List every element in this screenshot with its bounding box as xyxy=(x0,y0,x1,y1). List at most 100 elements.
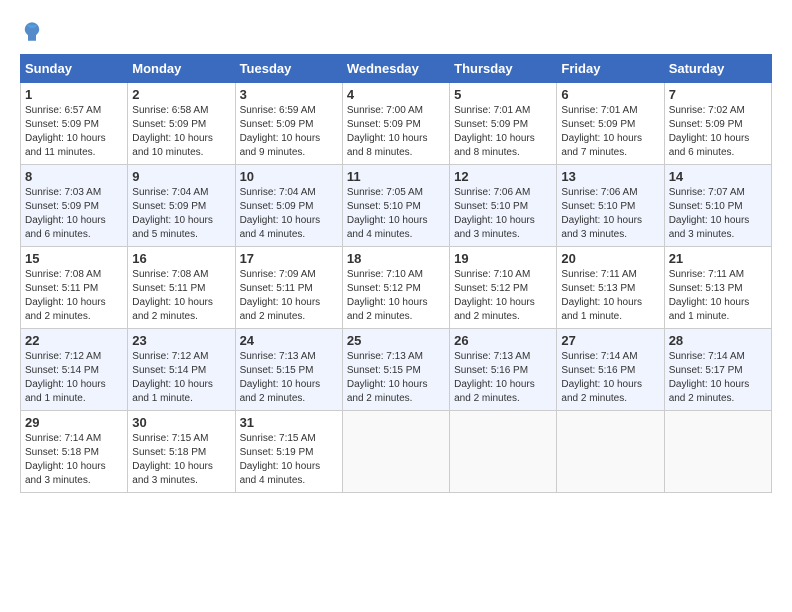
calendar-week-row: 22 Sunrise: 7:12 AMSunset: 5:14 PMDaylig… xyxy=(21,329,772,411)
calendar-cell: 2 Sunrise: 6:58 AMSunset: 5:09 PMDayligh… xyxy=(128,83,235,165)
calendar-cell: 6 Sunrise: 7:01 AMSunset: 5:09 PMDayligh… xyxy=(557,83,664,165)
calendar-cell: 31 Sunrise: 7:15 AMSunset: 5:19 PMDaylig… xyxy=(235,411,342,493)
day-number: 17 xyxy=(240,251,338,266)
day-info: Sunrise: 6:58 AMSunset: 5:09 PMDaylight:… xyxy=(132,105,213,158)
calendar-cell: 9 Sunrise: 7:04 AMSunset: 5:09 PMDayligh… xyxy=(128,165,235,247)
day-info: Sunrise: 7:04 AMSunset: 5:09 PMDaylight:… xyxy=(132,187,213,240)
day-info: Sunrise: 7:06 AMSunset: 5:10 PMDaylight:… xyxy=(454,187,535,240)
day-number: 31 xyxy=(240,415,338,430)
calendar-cell: 29 Sunrise: 7:14 AMSunset: 5:18 PMDaylig… xyxy=(21,411,128,493)
calendar-cell: 18 Sunrise: 7:10 AMSunset: 5:12 PMDaylig… xyxy=(342,247,449,329)
weekday-header: Sunday xyxy=(21,55,128,83)
day-info: Sunrise: 7:07 AMSunset: 5:10 PMDaylight:… xyxy=(669,187,750,240)
day-info: Sunrise: 7:01 AMSunset: 5:09 PMDaylight:… xyxy=(561,105,642,158)
calendar-cell: 15 Sunrise: 7:08 AMSunset: 5:11 PMDaylig… xyxy=(21,247,128,329)
logo xyxy=(20,20,48,44)
day-number: 2 xyxy=(132,87,230,102)
calendar-cell: 14 Sunrise: 7:07 AMSunset: 5:10 PMDaylig… xyxy=(664,165,771,247)
day-info: Sunrise: 7:03 AMSunset: 5:09 PMDaylight:… xyxy=(25,187,106,240)
calendar-cell: 23 Sunrise: 7:12 AMSunset: 5:14 PMDaylig… xyxy=(128,329,235,411)
day-info: Sunrise: 7:10 AMSunset: 5:12 PMDaylight:… xyxy=(454,269,535,322)
day-number: 30 xyxy=(132,415,230,430)
day-number: 26 xyxy=(454,333,552,348)
day-info: Sunrise: 7:12 AMSunset: 5:14 PMDaylight:… xyxy=(132,351,213,404)
day-number: 25 xyxy=(347,333,445,348)
day-number: 13 xyxy=(561,169,659,184)
day-info: Sunrise: 6:59 AMSunset: 5:09 PMDaylight:… xyxy=(240,105,321,158)
calendar-cell: 19 Sunrise: 7:10 AMSunset: 5:12 PMDaylig… xyxy=(450,247,557,329)
calendar-header-row: SundayMondayTuesdayWednesdayThursdayFrid… xyxy=(21,55,772,83)
calendar-cell: 24 Sunrise: 7:13 AMSunset: 5:15 PMDaylig… xyxy=(235,329,342,411)
weekday-header: Tuesday xyxy=(235,55,342,83)
day-info: Sunrise: 7:15 AMSunset: 5:19 PMDaylight:… xyxy=(240,433,321,486)
day-number: 12 xyxy=(454,169,552,184)
day-number: 7 xyxy=(669,87,767,102)
calendar-cell xyxy=(557,411,664,493)
day-number: 21 xyxy=(669,251,767,266)
calendar-cell: 13 Sunrise: 7:06 AMSunset: 5:10 PMDaylig… xyxy=(557,165,664,247)
day-info: Sunrise: 7:13 AMSunset: 5:16 PMDaylight:… xyxy=(454,351,535,404)
weekday-header: Friday xyxy=(557,55,664,83)
calendar-cell: 3 Sunrise: 6:59 AMSunset: 5:09 PMDayligh… xyxy=(235,83,342,165)
day-info: Sunrise: 7:01 AMSunset: 5:09 PMDaylight:… xyxy=(454,105,535,158)
day-info: Sunrise: 7:06 AMSunset: 5:10 PMDaylight:… xyxy=(561,187,642,240)
calendar-cell: 12 Sunrise: 7:06 AMSunset: 5:10 PMDaylig… xyxy=(450,165,557,247)
page-header xyxy=(20,20,772,44)
day-info: Sunrise: 7:14 AMSunset: 5:18 PMDaylight:… xyxy=(25,433,106,486)
day-number: 10 xyxy=(240,169,338,184)
day-info: Sunrise: 7:02 AMSunset: 5:09 PMDaylight:… xyxy=(669,105,750,158)
day-number: 20 xyxy=(561,251,659,266)
day-info: Sunrise: 7:13 AMSunset: 5:15 PMDaylight:… xyxy=(347,351,428,404)
day-info: Sunrise: 7:05 AMSunset: 5:10 PMDaylight:… xyxy=(347,187,428,240)
day-info: Sunrise: 7:04 AMSunset: 5:09 PMDaylight:… xyxy=(240,187,321,240)
day-info: Sunrise: 7:11 AMSunset: 5:13 PMDaylight:… xyxy=(561,269,642,322)
calendar-cell: 4 Sunrise: 7:00 AMSunset: 5:09 PMDayligh… xyxy=(342,83,449,165)
day-number: 23 xyxy=(132,333,230,348)
calendar-cell: 5 Sunrise: 7:01 AMSunset: 5:09 PMDayligh… xyxy=(450,83,557,165)
day-number: 27 xyxy=(561,333,659,348)
day-number: 1 xyxy=(25,87,123,102)
weekday-header: Wednesday xyxy=(342,55,449,83)
calendar-cell xyxy=(342,411,449,493)
weekday-header: Monday xyxy=(128,55,235,83)
day-info: Sunrise: 7:13 AMSunset: 5:15 PMDaylight:… xyxy=(240,351,321,404)
calendar-cell: 17 Sunrise: 7:09 AMSunset: 5:11 PMDaylig… xyxy=(235,247,342,329)
calendar-cell xyxy=(664,411,771,493)
day-number: 28 xyxy=(669,333,767,348)
calendar-cell: 16 Sunrise: 7:08 AMSunset: 5:11 PMDaylig… xyxy=(128,247,235,329)
day-number: 3 xyxy=(240,87,338,102)
calendar-cell: 11 Sunrise: 7:05 AMSunset: 5:10 PMDaylig… xyxy=(342,165,449,247)
weekday-header: Thursday xyxy=(450,55,557,83)
day-info: Sunrise: 7:08 AMSunset: 5:11 PMDaylight:… xyxy=(25,269,106,322)
day-info: Sunrise: 7:09 AMSunset: 5:11 PMDaylight:… xyxy=(240,269,321,322)
calendar-cell: 22 Sunrise: 7:12 AMSunset: 5:14 PMDaylig… xyxy=(21,329,128,411)
calendar-week-row: 8 Sunrise: 7:03 AMSunset: 5:09 PMDayligh… xyxy=(21,165,772,247)
day-number: 4 xyxy=(347,87,445,102)
day-info: Sunrise: 7:08 AMSunset: 5:11 PMDaylight:… xyxy=(132,269,213,322)
day-number: 6 xyxy=(561,87,659,102)
day-number: 19 xyxy=(454,251,552,266)
day-number: 5 xyxy=(454,87,552,102)
day-number: 15 xyxy=(25,251,123,266)
calendar-cell: 1 Sunrise: 6:57 AMSunset: 5:09 PMDayligh… xyxy=(21,83,128,165)
calendar-cell: 20 Sunrise: 7:11 AMSunset: 5:13 PMDaylig… xyxy=(557,247,664,329)
weekday-header: Saturday xyxy=(664,55,771,83)
day-info: Sunrise: 6:57 AMSunset: 5:09 PMDaylight:… xyxy=(25,105,106,158)
day-number: 24 xyxy=(240,333,338,348)
calendar-cell xyxy=(450,411,557,493)
calendar-cell: 7 Sunrise: 7:02 AMSunset: 5:09 PMDayligh… xyxy=(664,83,771,165)
calendar-cell: 25 Sunrise: 7:13 AMSunset: 5:15 PMDaylig… xyxy=(342,329,449,411)
calendar-cell: 10 Sunrise: 7:04 AMSunset: 5:09 PMDaylig… xyxy=(235,165,342,247)
calendar-cell: 26 Sunrise: 7:13 AMSunset: 5:16 PMDaylig… xyxy=(450,329,557,411)
calendar-cell: 8 Sunrise: 7:03 AMSunset: 5:09 PMDayligh… xyxy=(21,165,128,247)
day-info: Sunrise: 7:14 AMSunset: 5:17 PMDaylight:… xyxy=(669,351,750,404)
calendar-cell: 28 Sunrise: 7:14 AMSunset: 5:17 PMDaylig… xyxy=(664,329,771,411)
calendar-week-row: 29 Sunrise: 7:14 AMSunset: 5:18 PMDaylig… xyxy=(21,411,772,493)
day-info: Sunrise: 7:10 AMSunset: 5:12 PMDaylight:… xyxy=(347,269,428,322)
calendar-cell: 27 Sunrise: 7:14 AMSunset: 5:16 PMDaylig… xyxy=(557,329,664,411)
day-number: 22 xyxy=(25,333,123,348)
day-number: 9 xyxy=(132,169,230,184)
day-number: 11 xyxy=(347,169,445,184)
calendar-week-row: 1 Sunrise: 6:57 AMSunset: 5:09 PMDayligh… xyxy=(21,83,772,165)
day-info: Sunrise: 7:12 AMSunset: 5:14 PMDaylight:… xyxy=(25,351,106,404)
